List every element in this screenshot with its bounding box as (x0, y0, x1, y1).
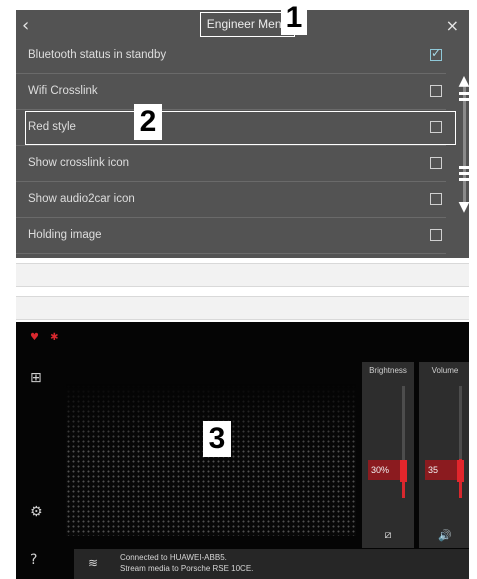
back-icon[interactable]: ‹ (22, 14, 29, 38)
blank-bar (16, 263, 469, 287)
volume-slider[interactable]: Volume 35 🔊 (419, 362, 469, 548)
setting-row-bluetooth-standby[interactable]: Bluetooth status in standby ✓ (16, 38, 446, 74)
speaker-icon[interactable]: 🔊 (419, 529, 469, 542)
callout-1: 1 (281, 1, 307, 35)
blank-bar (16, 296, 469, 320)
wifi-icon: ≋ (88, 556, 99, 570)
brightness-knob[interactable] (400, 460, 407, 482)
help-icon[interactable]: ? (30, 552, 37, 568)
scroll-dash-marks (459, 166, 469, 184)
check-icon: ✓ (431, 46, 442, 60)
scroll-up-arrow-icon[interactable]: ▲ (457, 74, 469, 88)
settings-list: Bluetooth status in standby ✓ Wifi Cross… (16, 38, 456, 254)
status-icons: ♥ ✱ (30, 332, 63, 343)
setting-row-holding-image[interactable]: Holding image (16, 218, 446, 254)
setting-label: Wifi Crosslink (28, 85, 98, 97)
apps-icon[interactable]: ⊞ (30, 370, 42, 386)
connection-status-bar: ≋ Connected to HUAWEI-ABB5. Stream media… (74, 549, 469, 579)
close-icon[interactable]: × (446, 14, 459, 38)
brightness-title: Brightness (369, 366, 407, 375)
setting-row-wifi-crosslink[interactable]: Wifi Crosslink (16, 74, 446, 110)
setting-label: Holding image (28, 229, 102, 241)
scrollbar[interactable]: ▲ ▼ (457, 74, 469, 214)
setting-label: Show crosslink icon (28, 157, 129, 169)
scroll-dash-marks (459, 92, 469, 104)
checkbox-red-style[interactable] (430, 121, 442, 133)
checkbox-show-crosslink-icon[interactable] (430, 157, 442, 169)
brightness-icon[interactable]: ⧄ (362, 528, 414, 542)
dot-grid-visual (66, 384, 356, 536)
setting-row-show-crosslink-icon[interactable]: Show crosslink icon (16, 146, 446, 182)
highlight-frame (25, 111, 456, 145)
setting-label: Show audio2car icon (28, 193, 135, 205)
checkbox-bluetooth-standby[interactable]: ✓ (430, 46, 442, 61)
setting-label: Bluetooth status in standby (28, 49, 167, 61)
brightness-value: 30% (368, 460, 400, 480)
setting-label: Red style (28, 121, 76, 133)
brightness-slider[interactable]: Brightness 30% ⧄ (362, 362, 414, 548)
status-line-2: Stream media to Porsche RSE 10CE. (120, 564, 254, 573)
setting-row-red-style[interactable]: Red style (16, 110, 456, 146)
status-line-1: Connected to HUAWEI-ABB5. (120, 553, 227, 562)
scroll-down-arrow-icon[interactable]: ▼ (457, 200, 469, 214)
checkbox-wifi-crosslink[interactable] (430, 85, 442, 97)
checkbox-holding-image[interactable] (430, 229, 442, 241)
setting-row-show-audio2car-icon[interactable]: Show audio2car icon (16, 182, 446, 218)
volume-knob[interactable] (457, 460, 464, 482)
gear-icon[interactable]: ⚙ (30, 504, 43, 520)
media-panel: ♥ ✱ ⊞ ⚙ ? Brightness 30% ⧄ Volume 35 🔊 ≋… (16, 322, 469, 579)
engineer-menu: ‹ Engineer Menu × Bluetooth status in st… (16, 10, 469, 258)
volume-title: Volume (431, 366, 459, 375)
callout-3: 3 (203, 421, 231, 457)
checkbox-show-audio2car-icon[interactable] (430, 193, 442, 205)
callout-2: 2 (134, 104, 162, 140)
volume-value: 35 (425, 460, 457, 480)
